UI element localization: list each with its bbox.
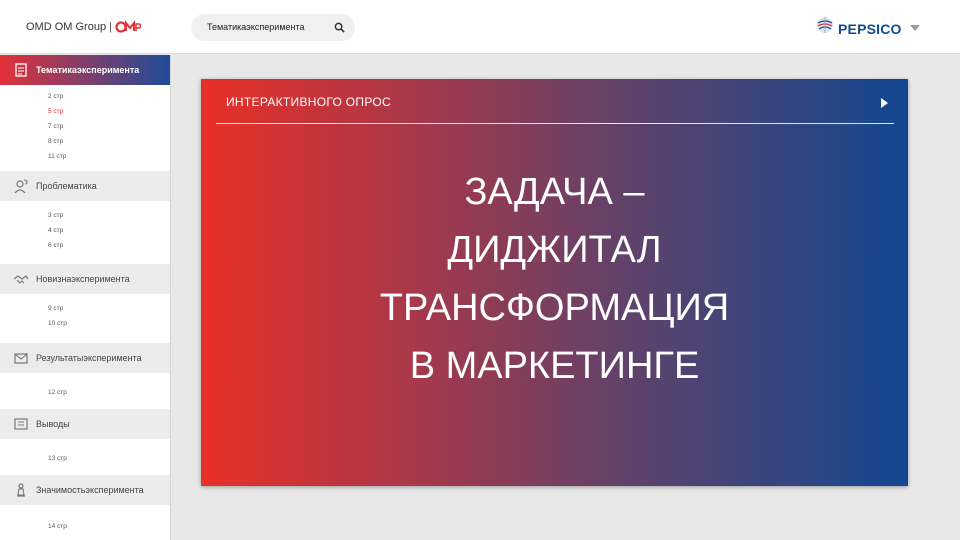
sidebar-section-label: Значимостьэксперимента <box>36 485 144 495</box>
top-header: OMD OM Group | Тематикаэксперимента PEPS… <box>0 0 960 54</box>
headline-line: ТРАНСФОРМАЦИЯ <box>379 287 730 329</box>
sidebar-item-page[interactable]: 10 стр <box>48 320 67 327</box>
calculator-icon <box>14 418 28 430</box>
brand-name: OMD OM Group <box>26 21 107 33</box>
sidebar-section-novelty[interactable]: Новизнаэксперимента <box>0 264 170 294</box>
sidebar-section-label: Выводы <box>36 419 70 429</box>
headline-line: В МАРКЕТИНГЕ <box>409 345 700 387</box>
sidebar-item-page[interactable]: 13 стр <box>48 455 67 462</box>
pepsico-logo[interactable]: PEPSICO <box>815 10 920 40</box>
sidebar-item-page[interactable]: 7 стр <box>48 123 63 130</box>
sidebar-item-page[interactable]: 11 стр <box>48 153 66 160</box>
brand-separator: | <box>109 21 112 33</box>
sidebar-section-label: Новизнаэксперимента <box>36 274 130 284</box>
sidebar-section-conclusions[interactable]: Выводы <box>0 409 170 439</box>
sidebar-item-page[interactable]: 4 стр <box>48 227 63 234</box>
sidebar-section-problems[interactable]: Проблематика <box>0 171 170 201</box>
sidebar-item-list: 14 стр <box>0 505 170 540</box>
main-slide: ИНТЕРАКТИВНОГО ОПРОС ЗАДАЧА – ДИДЖИТАЛ Т… <box>201 79 908 486</box>
headline-line: ЗАДАЧА – <box>464 171 645 213</box>
sidebar-item-page-current[interactable]: 5 стр <box>48 108 63 115</box>
omd-mark-icon <box>115 20 141 34</box>
chess-piece-icon <box>17 483 25 497</box>
search-input[interactable]: Тематикаэксперимента <box>207 22 305 32</box>
search-icon[interactable] <box>334 22 345 33</box>
sidebar-item-page[interactable]: 12 стр <box>48 389 67 396</box>
slide-divider <box>216 123 894 124</box>
sidebar-item-page[interactable]: 3 стр <box>48 212 63 219</box>
sidebar-section-label: Результатыэксперимента <box>36 353 142 363</box>
sidebar-item-list: 2 стр 5 стр 7 стр 8 стр 11 стр <box>0 85 170 171</box>
sidebar-item-page[interactable]: 9 стр <box>48 305 63 312</box>
sidebar-item-page[interactable]: 6 стр <box>48 242 63 249</box>
sidebar-item-list: 9 стр 10 стр <box>0 294 170 343</box>
chevron-down-icon[interactable] <box>909 25 920 31</box>
sidebar-section-label: Тематикаэксперимента <box>36 65 140 75</box>
question-person-icon <box>14 179 28 194</box>
handshake-icon <box>13 275 29 284</box>
document-icon <box>15 63 27 77</box>
sidebar-item-list: 3 стр 4 стр 6 стр <box>0 201 170 264</box>
sidebar-section-significance[interactable]: Значимостьэксперимента <box>0 475 170 505</box>
sidebar-section-theme[interactable]: Тематикаэксперимента <box>0 55 170 85</box>
pepsico-wordmark: PEPSICO <box>838 21 902 37</box>
envelope-icon <box>14 353 28 364</box>
sidebar-section-label: Проблематика <box>36 181 97 191</box>
slide-top-label: ИНТЕРАКТИВНОГО ОПРОС <box>226 95 391 109</box>
sidebar-item-page[interactable]: 8 стр <box>48 138 63 145</box>
omd-logo[interactable]: OMD OM Group | <box>26 20 141 34</box>
pepsico-globe-icon <box>817 17 833 33</box>
sidebar-item-page[interactable]: 14 стр <box>48 523 67 530</box>
sidebar-section-results[interactable]: Результатыэксперимента <box>0 343 170 373</box>
search-box[interactable]: Тематикаэксперимента <box>191 14 355 41</box>
slide-headline: ЗАДАЧА – ДИДЖИТАЛ ТРАНСФОРМАЦИЯ В МАРКЕТ… <box>201 163 908 395</box>
play-icon[interactable] <box>881 98 888 108</box>
sidebar: Тематикаэксперимента 2 стр 5 стр 7 стр 8… <box>0 55 171 540</box>
headline-line: ДИДЖИТАЛ <box>447 229 662 271</box>
sidebar-item-list: 12 стр <box>0 373 170 409</box>
sidebar-item-list: 13 стр <box>0 439 170 475</box>
sidebar-item-page[interactable]: 2 стр <box>48 93 63 100</box>
